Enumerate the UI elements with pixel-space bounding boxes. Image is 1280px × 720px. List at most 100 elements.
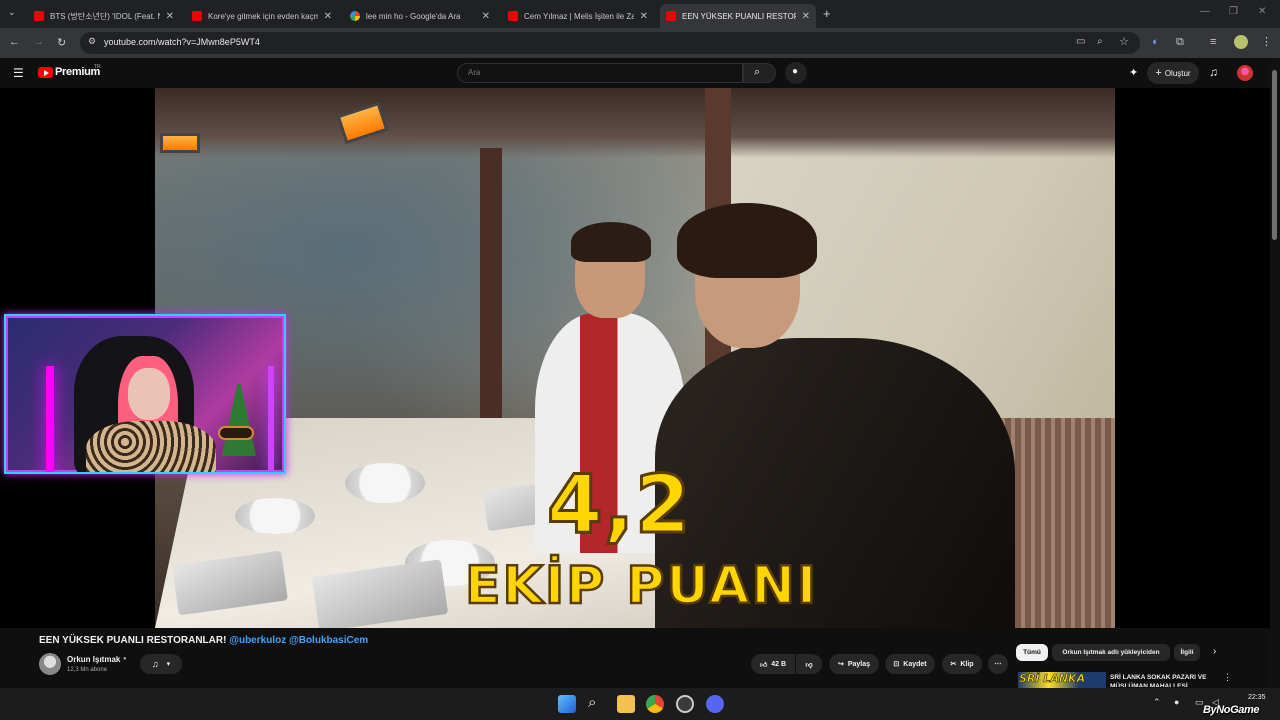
- search-button[interactable]: ⌕: [743, 63, 776, 83]
- channel-avatar[interactable]: [39, 653, 61, 675]
- notifications-bell-icon[interactable]: ♫: [1209, 65, 1218, 79]
- tab-search-chevron-icon[interactable]: ⌄: [8, 7, 16, 18]
- app-icon[interactable]: [676, 695, 694, 713]
- microphone-icon: ●: [792, 66, 799, 77]
- youtube-icon: [192, 11, 202, 21]
- site-info-icon[interactable]: ⚙: [88, 36, 96, 47]
- thumbs-up-icon: 👍︎: [759, 661, 768, 669]
- browser-tab-3[interactable]: lee min ho - Google'da Ara ✕: [344, 4, 496, 28]
- url-text[interactable]: youtube.com/watch?v=JMwn8eP5WT4: [104, 37, 260, 47]
- hamburger-menu-icon[interactable]: ☰: [13, 66, 24, 80]
- restore-icon[interactable]: ❐: [1229, 6, 1238, 17]
- save-bookmark-icon: ⊡: [893, 661, 900, 668]
- clip-button[interactable]: ✂ Klip: [942, 654, 982, 674]
- scissors-icon: ✂: [950, 661, 957, 668]
- close-tab-icon[interactable]: ✕: [482, 11, 490, 22]
- close-tab-icon[interactable]: ✕: [324, 11, 332, 22]
- save-button[interactable]: ⊡ Kaydet: [885, 654, 935, 674]
- close-tab-icon[interactable]: ✕: [640, 11, 648, 22]
- profile-avatar[interactable]: [1234, 35, 1248, 49]
- back-icon[interactable]: ←: [9, 36, 20, 48]
- account-avatar[interactable]: [1237, 65, 1253, 81]
- tab-title: lee min ho - Google'da Ara: [366, 11, 461, 21]
- youtube-logo-icon[interactable]: [38, 67, 53, 78]
- close-tab-icon[interactable]: ✕: [802, 11, 810, 22]
- zoom-icon[interactable]: ⌕: [1097, 36, 1103, 47]
- streamer-webcam-overlay: [4, 314, 286, 474]
- video-title: EEN YÜKSEK PUANLI RESTORANLAR! @uberkulo…: [39, 635, 368, 646]
- tray-overflow-chevron-icon[interactable]: ⌃: [1153, 697, 1161, 708]
- share-button[interactable]: ↪ Paylaş: [829, 654, 879, 674]
- forward-icon[interactable]: →: [33, 36, 44, 48]
- tab-title: Cem Yılmaz | Melis İşiten ile Za: [524, 11, 634, 21]
- browser-tab-2[interactable]: Kore'ye gitmek için evden kaçm ✕: [186, 4, 338, 28]
- create-label: Oluştur: [1164, 68, 1191, 78]
- address-bar[interactable]: ⚙ youtube.com/watch?v=JMwn8eP5WT4 ▭ ⌕ ☆: [80, 32, 1140, 54]
- taskbar-clock[interactable]: 22:35: [1248, 694, 1266, 701]
- video-frame[interactable]: 4,2 EKİP PUANI: [155, 88, 1115, 628]
- youtube-icon: [508, 11, 518, 21]
- extension-icon[interactable]: ◖: [1151, 36, 1158, 48]
- search-icon[interactable]: ⌕: [588, 694, 596, 711]
- tab-title: BTS (방탄소년단) 'IDOL (Feat. N: [50, 11, 160, 21]
- led-light-strip: [46, 366, 54, 472]
- thumbs-down-icon: 👎︎: [805, 661, 813, 669]
- youtube-icon: [666, 11, 676, 21]
- close-window-icon[interactable]: ✕: [1258, 6, 1266, 17]
- create-button[interactable]: + Oluştur: [1147, 62, 1199, 84]
- file-explorer-icon[interactable]: [617, 695, 635, 713]
- like-count: 42 B: [771, 660, 787, 668]
- chip-from-uploader[interactable]: Orkun Işıtmak adlı yükleyiciden: [1052, 644, 1170, 661]
- region-code: TR: [94, 64, 101, 70]
- google-icon: [350, 11, 360, 21]
- tray-microphone-icon[interactable]: ●: [1174, 697, 1179, 707]
- browser-tab-4[interactable]: Cem Yılmaz | Melis İşiten ile Za ✕: [502, 4, 654, 28]
- tab-title: EEN YÜKSEK PUANLI RESTORAN: [682, 11, 796, 21]
- video-title-mentions[interactable]: @uberkuloz @BolukbasiCem: [229, 635, 368, 646]
- voice-search-button[interactable]: ●: [785, 62, 807, 84]
- share-arrow-icon: ↪: [837, 661, 844, 668]
- studio-icon[interactable]: ✦: [1129, 66, 1138, 79]
- chip-related[interactable]: İlgili: [1174, 644, 1200, 661]
- chrome-menu-icon[interactable]: ⋮: [1261, 35, 1272, 48]
- streamer-watermark: ByNoGame: [1203, 704, 1260, 716]
- video-title-text: EEN YÜKSEK PUANLI RESTORANLAR!: [39, 635, 227, 646]
- search-input[interactable]: Ara: [457, 63, 743, 83]
- close-tab-icon[interactable]: ✕: [166, 11, 174, 22]
- overlay-score-text: 4,2: [546, 457, 693, 553]
- recommendation-title[interactable]: SRİ LANKA SOKAK PAZARI VE MÜSLÜMAN MAHAL…: [1110, 673, 1220, 687]
- save-label: Kaydet: [903, 660, 927, 668]
- new-tab-button[interactable]: +: [823, 6, 831, 21]
- recommendation-thumbnail[interactable]: SRİ LANKA: [1018, 672, 1106, 688]
- chip-all[interactable]: Tümü: [1016, 644, 1048, 661]
- more-horizontal-icon: ⋯: [994, 661, 1002, 668]
- tab-title: Kore'ye gitmek için evden kaçm: [208, 11, 318, 21]
- channel-name[interactable]: Orkun Işıtmak: [67, 655, 120, 664]
- browser-tab-1[interactable]: BTS (방탄소년단) 'IDOL (Feat. N ✕: [28, 4, 180, 28]
- extensions-puzzle-icon[interactable]: ⧉: [1176, 36, 1184, 49]
- reload-icon[interactable]: ↻: [57, 36, 66, 49]
- more-actions-button[interactable]: ⋯: [988, 654, 1008, 674]
- recommendation-thumbnail-text: SRİ LANKA: [1019, 672, 1086, 685]
- subscription-bell-button[interactable]: ♫ ▾: [140, 654, 182, 674]
- windows-start-icon[interactable]: [558, 695, 576, 713]
- plus-icon: +: [1155, 67, 1162, 79]
- reading-list-icon[interactable]: ≡: [1210, 36, 1216, 48]
- like-button[interactable]: 👍︎ 42 B: [751, 654, 795, 674]
- clip-label: Klip: [960, 660, 974, 668]
- recommendation-menu-icon[interactable]: ⋮: [1223, 672, 1232, 683]
- minimize-icon[interactable]: —: [1200, 6, 1210, 17]
- cast-icon[interactable]: ▭: [1076, 36, 1085, 47]
- chips-next-chevron-icon[interactable]: ›: [1213, 646, 1216, 657]
- chrome-icon[interactable]: [646, 695, 664, 713]
- subscriber-count: 12,3 Mn abone: [67, 667, 108, 673]
- browser-tab-active[interactable]: EEN YÜKSEK PUANLI RESTORAN ✕: [660, 4, 816, 28]
- dislike-button[interactable]: 👎︎: [796, 654, 822, 674]
- bookmark-star-icon[interactable]: ☆: [1119, 35, 1129, 48]
- scrollbar-thumb[interactable]: [1272, 70, 1277, 240]
- page-scrollbar[interactable]: [1270, 58, 1280, 688]
- christmas-tree: [222, 376, 256, 456]
- chevron-down-icon: ▾: [166, 661, 171, 668]
- scene-plate: [345, 463, 425, 503]
- discord-icon[interactable]: [706, 695, 724, 713]
